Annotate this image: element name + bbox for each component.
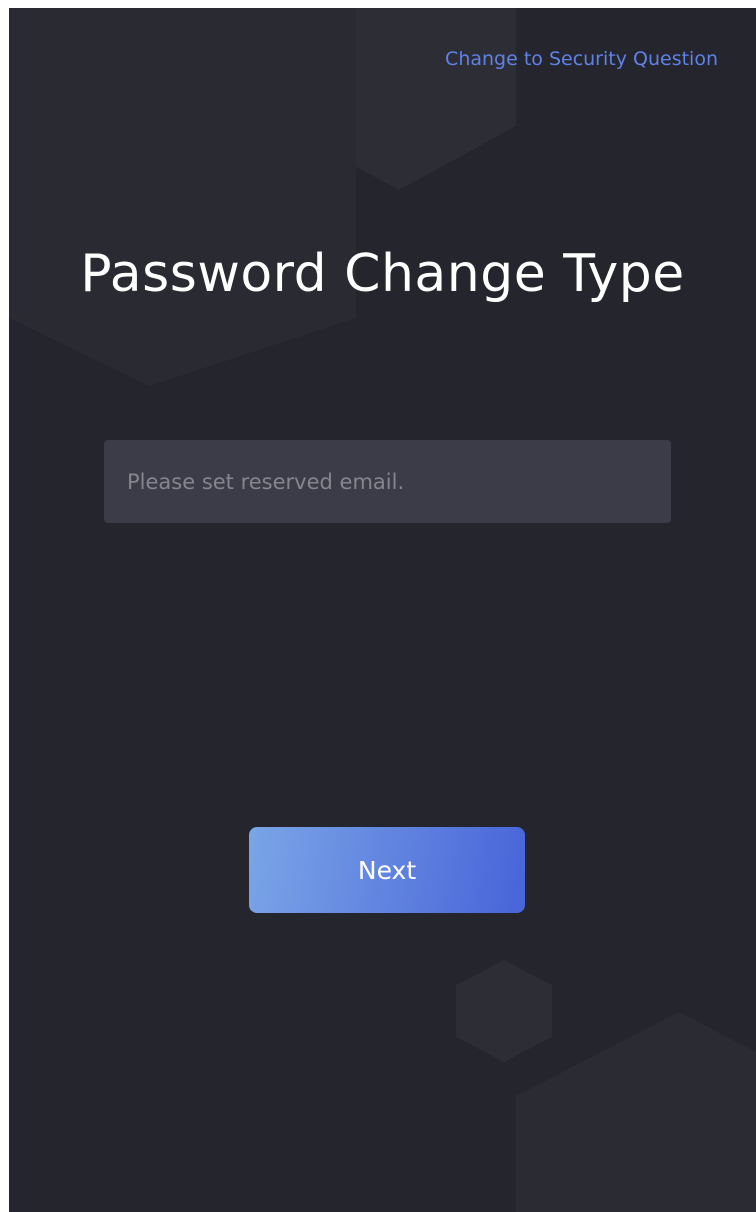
background-hexagon-pattern xyxy=(9,8,756,1212)
reserved-email-input[interactable] xyxy=(104,440,671,523)
background-hexagon-left xyxy=(9,8,356,386)
change-to-security-question-link[interactable]: Change to Security Question xyxy=(445,48,718,70)
password-change-screen: Change to Security Question Password Cha… xyxy=(9,8,756,1212)
background-hexagon-bottom-right xyxy=(516,1012,756,1212)
page-title: Password Change Type xyxy=(80,244,685,304)
background-hexagon-small xyxy=(456,960,552,1062)
next-button[interactable]: Next xyxy=(249,827,525,913)
